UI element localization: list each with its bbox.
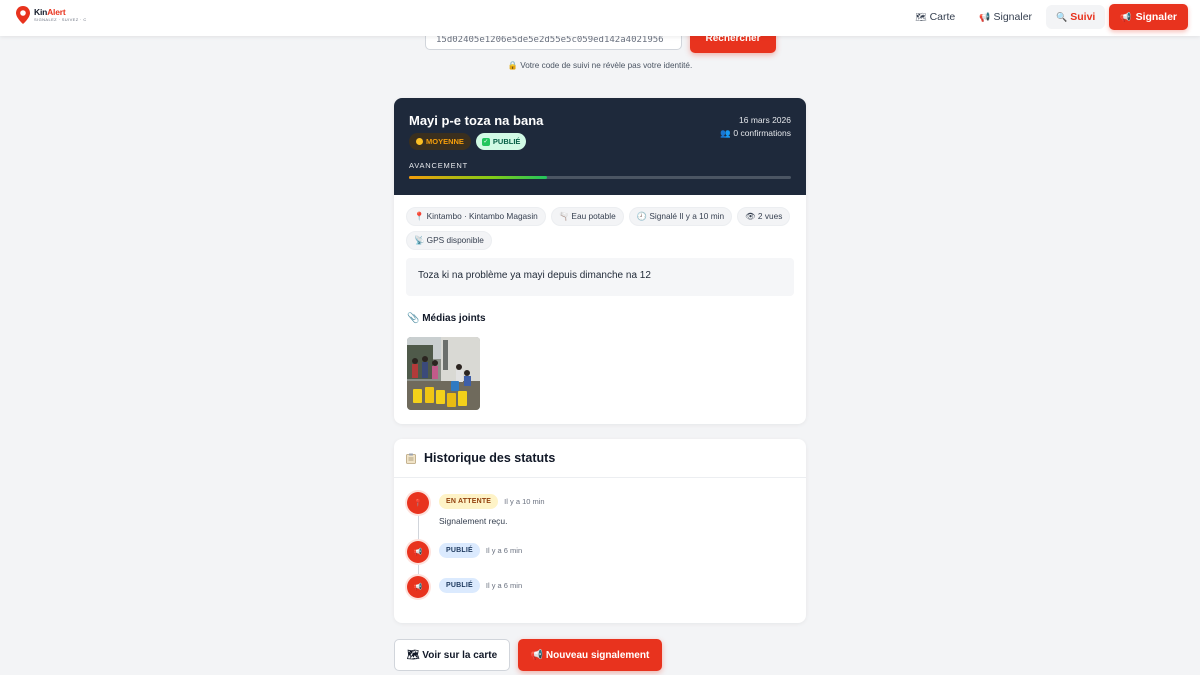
megaphone-icon: 📢: [1120, 11, 1132, 22]
map-icon: 🗺: [915, 11, 927, 22]
timeline-time: Il y a 6 min: [485, 546, 523, 555]
brand-tagline: SIGNALEZ · SUIVEZ · C: [34, 16, 87, 22]
gps-chip: 📡 GPS disponible: [406, 231, 492, 250]
nav-map-link[interactable]: 🗺 Carte: [905, 5, 965, 29]
location-chip: 📍 Kintambo · Kintambo Magasin: [406, 207, 546, 226]
status-badge: ✓ PUBLIÉ: [475, 133, 527, 150]
pin-icon: 📍: [407, 492, 429, 514]
timeline-time: Il y a 6 min: [485, 581, 523, 590]
megaphone-icon: 📢: [979, 11, 991, 22]
megaphone-icon: 📢: [407, 541, 429, 563]
check-icon: ✓: [481, 137, 490, 146]
new-report-button[interactable]: 📢 Nouveau signalement: [518, 639, 662, 671]
main-nav: 🗺 Carte 📢 Signaler 🔍 Suivi 📢 Signaler: [905, 4, 1188, 30]
nav-track-link[interactable]: 🔍 Suivi: [1046, 5, 1106, 29]
timeline-item: 📍 EN ATTENTE Il y a 10 min Signalement r…: [407, 492, 545, 526]
megaphone-icon: 📢: [407, 576, 429, 598]
timeline-item: 📢 PUBLIÉ Il y a 6 min: [407, 541, 522, 563]
history-header: Historique des statuts: [394, 439, 806, 478]
report-header: Mayi p-e toza na bana MOYENNE ✓ PUBLIÉ 1…: [394, 98, 806, 195]
timeline-time: Il y a 10 min: [504, 497, 545, 506]
severity-badge: MOYENNE: [409, 133, 471, 150]
timeline-item: 📢 PUBLIÉ Il y a 6 min: [407, 576, 522, 598]
reported-time-chip: 🕘 Signalé Il y a 10 min: [628, 207, 733, 226]
report-description: Toza ki na problème ya mayi depuis diman…: [406, 258, 794, 296]
timeline-status-badge: PUBLIÉ: [439, 578, 480, 593]
timeline-status-badge: PUBLIÉ: [439, 543, 480, 558]
location-pin-icon: [16, 6, 30, 24]
report-meta-chips: 📍 Kintambo · Kintambo Magasin 🫗 Eau pota…: [406, 207, 796, 250]
media-section-title: 📎 Médias joints: [407, 313, 486, 324]
logo[interactable]: KinAlert SIGNALEZ · SUIVEZ · C: [16, 6, 87, 24]
media-thumbnail[interactable]: [407, 337, 480, 410]
search-icon: 🔍: [1056, 11, 1068, 22]
progress-bar: [409, 176, 791, 179]
nav-report-link[interactable]: 📢 Signaler: [969, 5, 1042, 29]
category-chip: 🫗 Eau potable: [550, 207, 624, 226]
top-navbar: KinAlert SIGNALEZ · SUIVEZ · C 🗺 Carte 📢…: [0, 0, 1200, 36]
report-card: Mayi p-e toza na bana MOYENNE ✓ PUBLIÉ 1…: [394, 98, 806, 424]
timeline-note: Signalement reçu.: [439, 516, 508, 526]
status-history-card: Historique des statuts 📍 EN ATTENTE Il y…: [394, 439, 806, 623]
progress-label: AVANCEMENT: [409, 161, 468, 170]
history-title: Historique des statuts: [424, 451, 556, 465]
progress-fill: [409, 176, 547, 179]
brand-name: KinAlert: [34, 7, 66, 18]
report-cta-button[interactable]: 📢 Signaler: [1109, 4, 1188, 30]
views-chip: 👁 2 vues: [737, 207, 791, 226]
privacy-note: 🔒 Votre code de suivi ne révèle pas votr…: [507, 61, 693, 70]
timeline-status-badge: EN ATTENTE: [439, 494, 499, 509]
confirmations-count: 👥 0 confirmations: [720, 127, 791, 138]
view-on-map-button[interactable]: 🗺 Voir sur la carte: [394, 639, 510, 671]
report-date: 16 mars 2026: [739, 115, 791, 125]
severity-dot-icon: [416, 138, 423, 145]
clipboard-icon: [406, 453, 416, 464]
